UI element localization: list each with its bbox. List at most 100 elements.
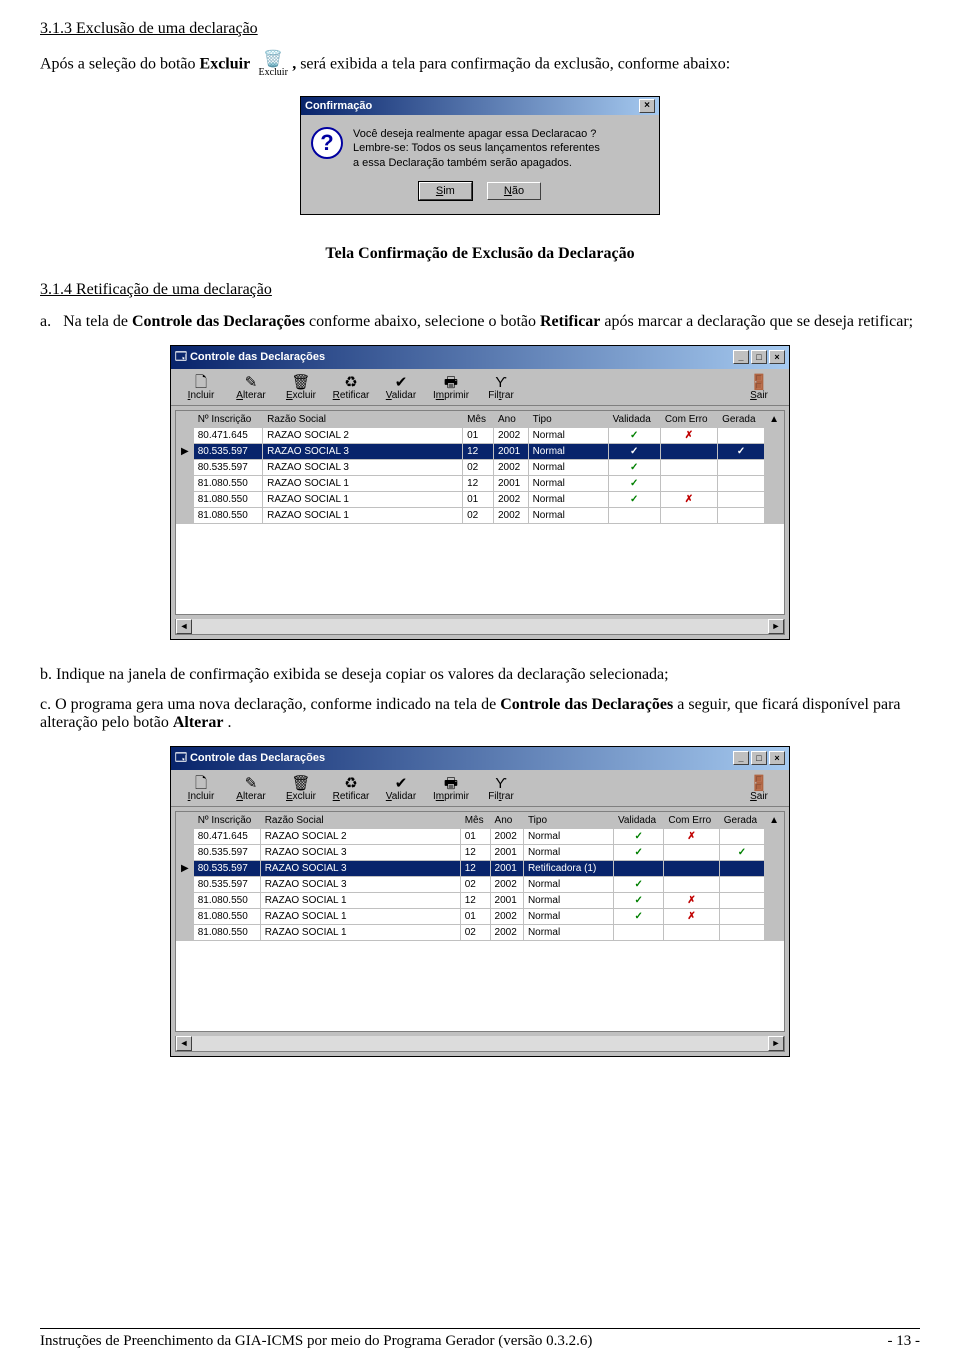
minimize-icon[interactable]: _	[733, 751, 749, 765]
table-cell: 02	[463, 459, 494, 475]
item-a: a. Na tela de Controle das Declarações c…	[40, 313, 920, 331]
item-a-mid: conforme abaixo, selecione o botão	[309, 313, 540, 330]
table-row[interactable]: 81.080.550RAZAO SOCIAL 1012002Normal✓✗	[177, 491, 784, 507]
item-c-bold2: Alterar	[173, 714, 224, 731]
table-cell: 80.471.645	[193, 828, 260, 844]
table-cell: RAZAO SOCIAL 3	[260, 876, 460, 892]
col-razao[interactable]: Razão Social	[263, 411, 463, 427]
section-313-title: 3.1.3 Exclusão de uma declaração	[40, 20, 920, 38]
filtrar-button[interactable]: ϒFiltrar	[477, 774, 525, 804]
col-mes[interactable]: Mês	[463, 411, 494, 427]
col-comerro[interactable]: Com Erro	[660, 411, 717, 427]
imprimir-button[interactable]: 🖶Imprimir	[427, 774, 475, 804]
table-cell	[765, 828, 784, 844]
col-validada[interactable]: Validada	[608, 411, 660, 427]
table-cell	[660, 507, 717, 523]
sair-button[interactable]: 🚪Sair	[735, 373, 783, 403]
scroll-right-icon[interactable]: ►	[768, 1036, 784, 1051]
table-cell: RAZAO SOCIAL 3	[260, 860, 460, 876]
no-button[interactable]: Não	[487, 182, 541, 200]
col-mes[interactable]: Mês	[460, 812, 490, 828]
table-cell: ✓	[718, 443, 765, 459]
col-ano[interactable]: Ano	[493, 411, 528, 427]
close-icon[interactable]: ×	[769, 350, 785, 364]
close-icon[interactable]: ×	[639, 99, 655, 113]
imprimir-button[interactable]: 🖶Imprimir	[427, 373, 475, 403]
table-row[interactable]: 80.535.597RAZAO SOCIAL 3122001Normal✓✓	[177, 844, 784, 860]
maximize-icon[interactable]: □	[751, 751, 767, 765]
col-razao[interactable]: Razão Social	[260, 812, 460, 828]
table-cell	[765, 844, 784, 860]
table-cell: ▶	[177, 860, 194, 876]
col-tipo[interactable]: Tipo	[523, 812, 613, 828]
incluir-button[interactable]: 🗋Incluir	[177, 774, 225, 804]
table-row[interactable]: 81.080.550RAZAO SOCIAL 1012002Normal✓✗	[177, 908, 784, 924]
print-icon: 🖶	[427, 375, 475, 390]
scroll-track[interactable]	[192, 1036, 768, 1051]
table-row[interactable]: ▶80.535.597RAZAO SOCIAL 3122001Retificad…	[177, 860, 784, 876]
excluir-button[interactable]: 🗑Excluir	[277, 774, 325, 804]
item-a-bold2: Retificar	[540, 313, 600, 330]
dialog-msg-line3: a essa Declaração também serão apagados.	[353, 156, 600, 170]
retificar-button[interactable]: ♻Retificar	[327, 774, 375, 804]
table-cell: 81.080.550	[193, 475, 262, 491]
col-inscricao[interactable]: Nº Inscrição	[193, 411, 262, 427]
intro-comma: ,	[292, 56, 296, 73]
table-row[interactable]: 81.080.550RAZAO SOCIAL 1122001Normal✓	[177, 475, 784, 491]
alterar-button[interactable]: ✎Alterar	[227, 373, 275, 403]
sair-button[interactable]: 🚪Sair	[735, 774, 783, 804]
col-marker	[177, 812, 194, 828]
data-grid-2[interactable]: Nº Inscrição Razão Social Mês Ano Tipo V…	[175, 811, 785, 1032]
incluir-button[interactable]: 🗋Incluir	[177, 373, 225, 403]
col-marker	[177, 411, 194, 427]
table-cell: 01	[463, 491, 494, 507]
table-row[interactable]: 80.471.645RAZAO SOCIAL 2012002Normal✓✗	[177, 427, 784, 443]
table-row[interactable]: 80.535.597RAZAO SOCIAL 3022002Normal✓	[177, 876, 784, 892]
scroll-track[interactable]	[192, 619, 768, 634]
table-cell	[765, 491, 784, 507]
filtrar-button[interactable]: ϒFiltrar	[477, 373, 525, 403]
minimize-icon[interactable]: _	[733, 350, 749, 364]
table-cell	[177, 475, 194, 491]
table-cell: ✗	[660, 491, 717, 507]
col-scroll[interactable]: ▲	[765, 812, 784, 828]
col-scroll[interactable]: ▲	[765, 411, 784, 427]
close-icon[interactable]: ×	[769, 751, 785, 765]
dialog-msg-line2: Lembre-se: Todos os seus lançamentos ref…	[353, 141, 600, 155]
col-gerada[interactable]: Gerada	[719, 812, 764, 828]
yes-button[interactable]: Sim	[419, 182, 472, 200]
table-cell	[718, 427, 765, 443]
scroll-left-icon[interactable]: ◄	[176, 1036, 192, 1051]
table-cell: 2001	[490, 860, 523, 876]
col-ano[interactable]: Ano	[490, 812, 523, 828]
data-grid-1[interactable]: Nº Inscrição Razão Social Mês Ano Tipo V…	[175, 410, 785, 615]
table-row[interactable]: 81.080.550RAZAO SOCIAL 1022002Normal	[177, 507, 784, 523]
validar-button[interactable]: ✔Validar	[377, 774, 425, 804]
retificar-button[interactable]: ♻Retificar	[327, 373, 375, 403]
maximize-icon[interactable]: □	[751, 350, 767, 364]
table-cell: Normal	[523, 924, 613, 940]
col-gerada[interactable]: Gerada	[718, 411, 765, 427]
figure-caption-1: Tela Confirmação de Exclusão da Declaraç…	[40, 245, 920, 263]
table-row[interactable]: 80.535.597RAZAO SOCIAL 3022002Normal✓	[177, 459, 784, 475]
table-cell	[719, 908, 764, 924]
table-row[interactable]: ▶80.535.597RAZAO SOCIAL 3122001Normal✓✓	[177, 443, 784, 459]
table-cell: RAZAO SOCIAL 3	[263, 459, 463, 475]
table-cell	[765, 427, 784, 443]
validar-button[interactable]: ✔Validar	[377, 373, 425, 403]
horizontal-scrollbar[interactable]: ◄ ►	[175, 619, 785, 635]
col-comerro[interactable]: Com Erro	[664, 812, 719, 828]
table-cell: 2001	[490, 892, 523, 908]
col-validada[interactable]: Validada	[613, 812, 663, 828]
col-tipo[interactable]: Tipo	[528, 411, 608, 427]
alterar-button[interactable]: ✎Alterar	[227, 774, 275, 804]
excluir-button[interactable]: 🗑Excluir	[277, 373, 325, 403]
horizontal-scrollbar[interactable]: ◄ ►	[175, 1036, 785, 1052]
table-row[interactable]: 80.471.645RAZAO SOCIAL 2012002Normal✓✗	[177, 828, 784, 844]
table-row[interactable]: 81.080.550RAZAO SOCIAL 1122001Normal✓✗	[177, 892, 784, 908]
scroll-left-icon[interactable]: ◄	[176, 619, 192, 634]
table-cell	[765, 860, 784, 876]
table-row[interactable]: 81.080.550RAZAO SOCIAL 1022002Normal	[177, 924, 784, 940]
scroll-right-icon[interactable]: ►	[768, 619, 784, 634]
col-inscricao[interactable]: Nº Inscrição	[193, 812, 260, 828]
